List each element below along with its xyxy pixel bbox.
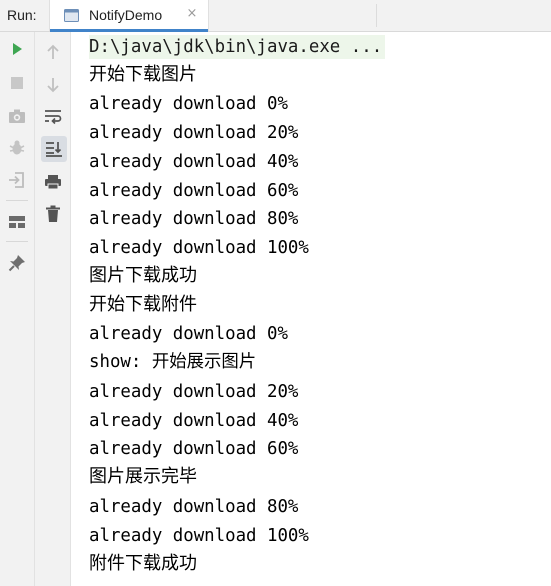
console-line: 附件下载成功 [89, 553, 197, 574]
console-line: already download 100% [89, 526, 309, 546]
console-line: already download 20% [89, 382, 299, 402]
login-icon[interactable] [5, 168, 29, 192]
console-line: already download 80% [89, 209, 299, 229]
pin-icon[interactable] [5, 251, 29, 275]
run-toolbar-primary [0, 32, 35, 586]
debug-bug-icon[interactable] [5, 136, 29, 160]
console-line: already download 40% [89, 152, 299, 172]
console-line: 开始下载附件 [89, 294, 197, 315]
console-line: 图片下载成功 [89, 265, 197, 286]
console-line: already download 60% [89, 181, 299, 201]
layout-icon[interactable] [5, 210, 29, 234]
scroll-to-end-icon[interactable] [41, 136, 67, 162]
run-toolwindow-header: Run: NotifyDemo × [0, 0, 551, 32]
console-line: already download 0% [89, 324, 288, 344]
print-icon[interactable] [41, 170, 65, 194]
console-line: show: 开始展示图片 [89, 352, 257, 372]
console-line: already download 100% [89, 238, 309, 258]
console-line: already download 80% [89, 497, 299, 517]
console-line: already download 0% [89, 94, 288, 114]
console-output[interactable]: D:\java\jdk\bin\java.exe ... 开始下载图片 alre… [71, 32, 551, 586]
stop-icon[interactable] [5, 71, 29, 95]
trash-icon[interactable] [41, 202, 65, 226]
console-command-line: D:\java\jdk\bin\java.exe ... [89, 35, 386, 59]
toolbar-separator [6, 200, 28, 201]
console-line: already download 40% [89, 411, 299, 431]
close-icon[interactable]: × [185, 6, 199, 22]
console-line: already download 20% [89, 123, 299, 143]
tab-notifydemo[interactable]: NotifyDemo × [49, 0, 209, 32]
tab-title: NotifyDemo [89, 7, 163, 23]
header-divider [376, 4, 377, 27]
camera-icon[interactable] [5, 104, 29, 128]
arrow-up-icon[interactable] [41, 40, 65, 64]
arrow-down-icon[interactable] [41, 73, 65, 97]
console-line: 图片展示完毕 [89, 466, 197, 487]
run-toolbar-secondary [35, 32, 71, 586]
run-label: Run: [7, 7, 37, 23]
console-tab-icon [64, 8, 79, 23]
console-line: 开始下载图片 [89, 64, 197, 85]
run-icon[interactable] [5, 37, 29, 61]
console-line: already download 60% [89, 439, 299, 459]
toolbar-separator [6, 241, 28, 242]
soft-wrap-icon[interactable] [41, 105, 65, 129]
